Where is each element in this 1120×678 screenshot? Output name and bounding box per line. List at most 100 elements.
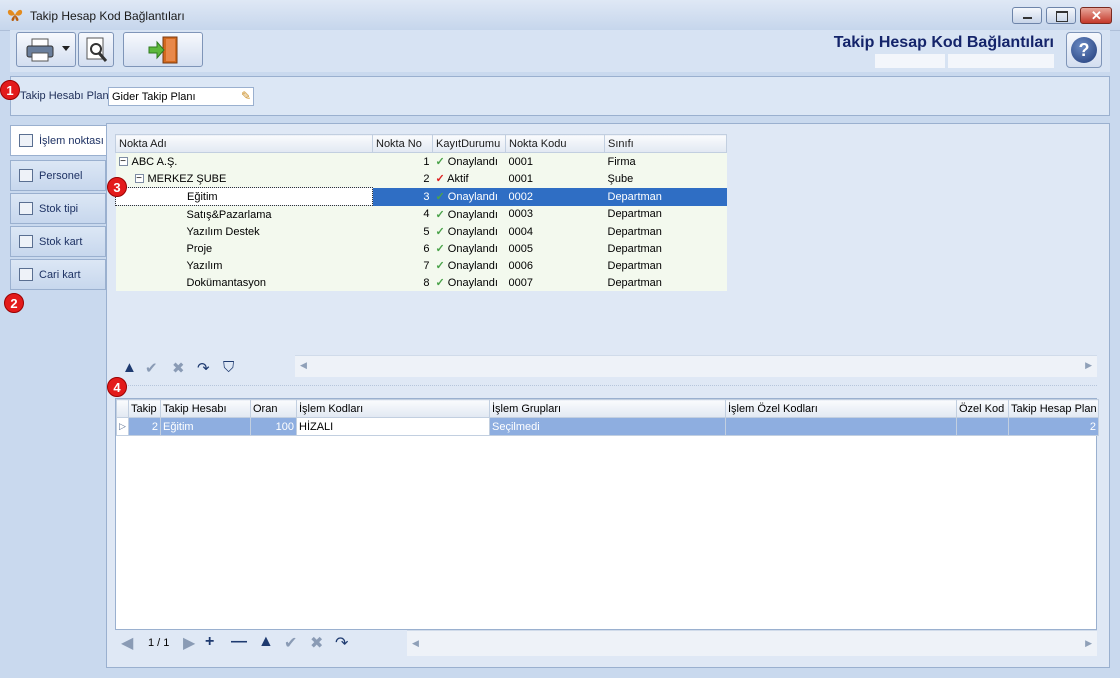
- grid-cell-plan[interactable]: 2: [1008, 417, 1099, 436]
- help-button[interactable]: ?: [1066, 32, 1102, 68]
- node-name: Yazılım: [186, 259, 223, 272]
- grid-cell-kodlar[interactable]: HİZALI: [296, 417, 490, 436]
- page-search-icon: [86, 37, 108, 62]
- remove-icon[interactable]: —: [231, 633, 247, 651]
- tree-cell-status: ✓ Onaylandı: [432, 205, 506, 223]
- minimize-button[interactable]: [1012, 7, 1042, 24]
- grid-row[interactable]: ▷ 2 Eğitim 100 HİZALI Seçilmedi 2: [116, 417, 1099, 436]
- tree-cell-no: 3: [372, 187, 433, 206]
- tree-row[interactable]: − MERKEZ ŞUBE 2 ✓ Aktif 0001 Şube: [115, 170, 727, 188]
- sidetab-3[interactable]: Stok kart: [10, 226, 106, 257]
- filter-icon[interactable]: ⛉: [223, 359, 234, 376]
- tree-cell-status: ✓ Onaylandı: [432, 274, 506, 291]
- grid-column-header[interactable]: İşlem Özel Kodları: [725, 399, 957, 418]
- sidetab-1[interactable]: Personel: [10, 160, 106, 191]
- tree-row[interactable]: Yazılım 7 ✓ Onaylandı 0006 Departman: [115, 257, 727, 274]
- tree-cell-no: 6: [372, 240, 433, 257]
- check-icon: ✓: [435, 260, 445, 272]
- callout-badge-4: 4: [107, 377, 127, 397]
- tree-cell-status: ✓ Aktif: [432, 170, 506, 188]
- scroll-left-icon-2[interactable]: ◀: [412, 638, 419, 649]
- sidetab-label: Stok tipi: [39, 203, 79, 215]
- tree-cell-name: Yazılım Destek: [115, 223, 373, 240]
- sidetab-0[interactable]: İşlem noktası: [10, 125, 108, 156]
- grid-cell-takip[interactable]: 2: [128, 417, 161, 436]
- next-page-icon[interactable]: ▶: [183, 633, 195, 653]
- collapse-icon[interactable]: −: [134, 174, 144, 184]
- tree-row[interactable]: Dokümantasyon 8 ✓ Onaylandı 0007 Departman: [115, 274, 727, 291]
- previous-page-icon[interactable]: ◀: [121, 633, 133, 653]
- plan-input[interactable]: Gider Takip Planı ✎: [108, 87, 254, 106]
- tree-cell-name: Satış&Pazarlama: [115, 205, 373, 223]
- scroll-right-icon-2[interactable]: ▶: [1085, 638, 1092, 649]
- node-name: Proje: [186, 242, 213, 255]
- confirm-icon-2[interactable]: ✔: [284, 633, 297, 653]
- confirm-icon[interactable]: ✔: [145, 359, 158, 377]
- grid-cell-hesap[interactable]: Eğitim: [160, 417, 251, 436]
- grid-horizontal-scrollbar[interactable]: ◀ ▶: [407, 630, 1097, 656]
- grid-column-header[interactable]: Özel Kod: [956, 399, 1009, 418]
- tree-cell-no: 8: [372, 274, 433, 291]
- tree-cell-code: 0007: [505, 274, 605, 291]
- exit-button[interactable]: [123, 32, 203, 67]
- cancel-icon-2[interactable]: ✖: [310, 633, 323, 653]
- refresh-icon[interactable]: ↷: [197, 359, 210, 377]
- grid-cell-ozelKodlar[interactable]: [725, 417, 957, 436]
- cancel-icon[interactable]: ✖: [172, 359, 185, 377]
- tree-cell-no: 7: [372, 257, 433, 274]
- sidetab-4[interactable]: Cari kart: [10, 259, 106, 290]
- tree-cell-class: Şube: [604, 170, 727, 188]
- dropdown-arrow-icon: [62, 46, 70, 51]
- grid-column-header[interactable]: Takip Hesap Plan I: [1008, 399, 1099, 418]
- callout-badge-2: 2: [4, 293, 24, 313]
- exit-door-icon: [148, 36, 178, 64]
- tree-cell-code: 0005: [505, 240, 605, 257]
- grid-column-header[interactable]: İşlem Grupları: [489, 399, 726, 418]
- grid-cell-ozelKod[interactable]: [956, 417, 1009, 436]
- scroll-right-icon[interactable]: ▶: [1085, 360, 1092, 371]
- grid-column-header[interactable]: Takip Hesabı: [160, 399, 251, 418]
- grid-cell-gruplar[interactable]: Seçilmedi: [489, 417, 726, 436]
- lookup-icon[interactable]: ✎: [241, 89, 251, 103]
- grid-cell-oran[interactable]: 100: [250, 417, 297, 436]
- tree-row[interactable]: Yazılım Destek 5 ✓ Onaylandı 0004 Departman: [115, 223, 727, 240]
- tree-column-header[interactable]: Nokta No: [372, 134, 433, 153]
- printer-icon: [26, 38, 54, 62]
- move-up-icon[interactable]: ▲: [122, 359, 137, 376]
- maximize-button[interactable]: [1046, 7, 1076, 24]
- tree-cell-code: 0002: [505, 187, 605, 206]
- scroll-left-icon[interactable]: ◀: [300, 360, 307, 371]
- tree-column-header[interactable]: KayıtDurumu: [432, 134, 506, 153]
- tree-row[interactable]: Eğitim 3 ✓ Onaylandı 0002 Departman: [115, 187, 727, 206]
- grid-column-header[interactable]: Oran: [250, 399, 297, 418]
- add-icon[interactable]: +: [205, 633, 214, 651]
- tree-row[interactable]: Satış&Pazarlama 4 ✓ Onaylandı 0003 Departman: [115, 205, 727, 223]
- header-field-1: [875, 54, 945, 68]
- check-icon: ✓: [435, 243, 445, 255]
- tree-cell-code: 0001: [505, 170, 605, 188]
- print-button[interactable]: [16, 32, 76, 67]
- tree-cell-name: − ABC A.Ş.: [115, 152, 373, 170]
- grid-column-header[interactable]: İşlem Kodları: [296, 399, 490, 418]
- preview-button[interactable]: [78, 32, 114, 67]
- splitter[interactable]: [115, 385, 1097, 390]
- check-icon: ✓: [435, 156, 445, 168]
- tree-cell-class: Departman: [604, 257, 727, 274]
- tree-column-header[interactable]: Nokta Adı: [115, 134, 373, 153]
- tree-cell-name: Proje: [115, 240, 373, 257]
- close-button[interactable]: ✕: [1080, 7, 1112, 24]
- tree-cell-no: 5: [372, 223, 433, 240]
- tree-column-header[interactable]: Nokta Kodu: [505, 134, 605, 153]
- move-up-icon-2[interactable]: ▲: [258, 633, 274, 651]
- sidetab-2[interactable]: Stok tipi: [10, 193, 106, 224]
- check-icon: ✓: [435, 226, 445, 238]
- refresh-icon-2[interactable]: ↷: [335, 633, 348, 653]
- tree-cell-no: 4: [372, 205, 433, 223]
- grid-column-header[interactable]: Takip: [128, 399, 161, 418]
- tree-row[interactable]: − ABC A.Ş. 1 ✓ Onaylandı 0001 Firma: [115, 152, 727, 170]
- tree-row[interactable]: Proje 6 ✓ Onaylandı 0005 Departman: [115, 240, 727, 257]
- collapse-icon[interactable]: −: [118, 157, 128, 167]
- tree-horizontal-scrollbar[interactable]: ◀ ▶: [295, 355, 1097, 377]
- tree-column-header[interactable]: Sınıfı: [604, 134, 727, 153]
- tree-icon: [19, 134, 33, 147]
